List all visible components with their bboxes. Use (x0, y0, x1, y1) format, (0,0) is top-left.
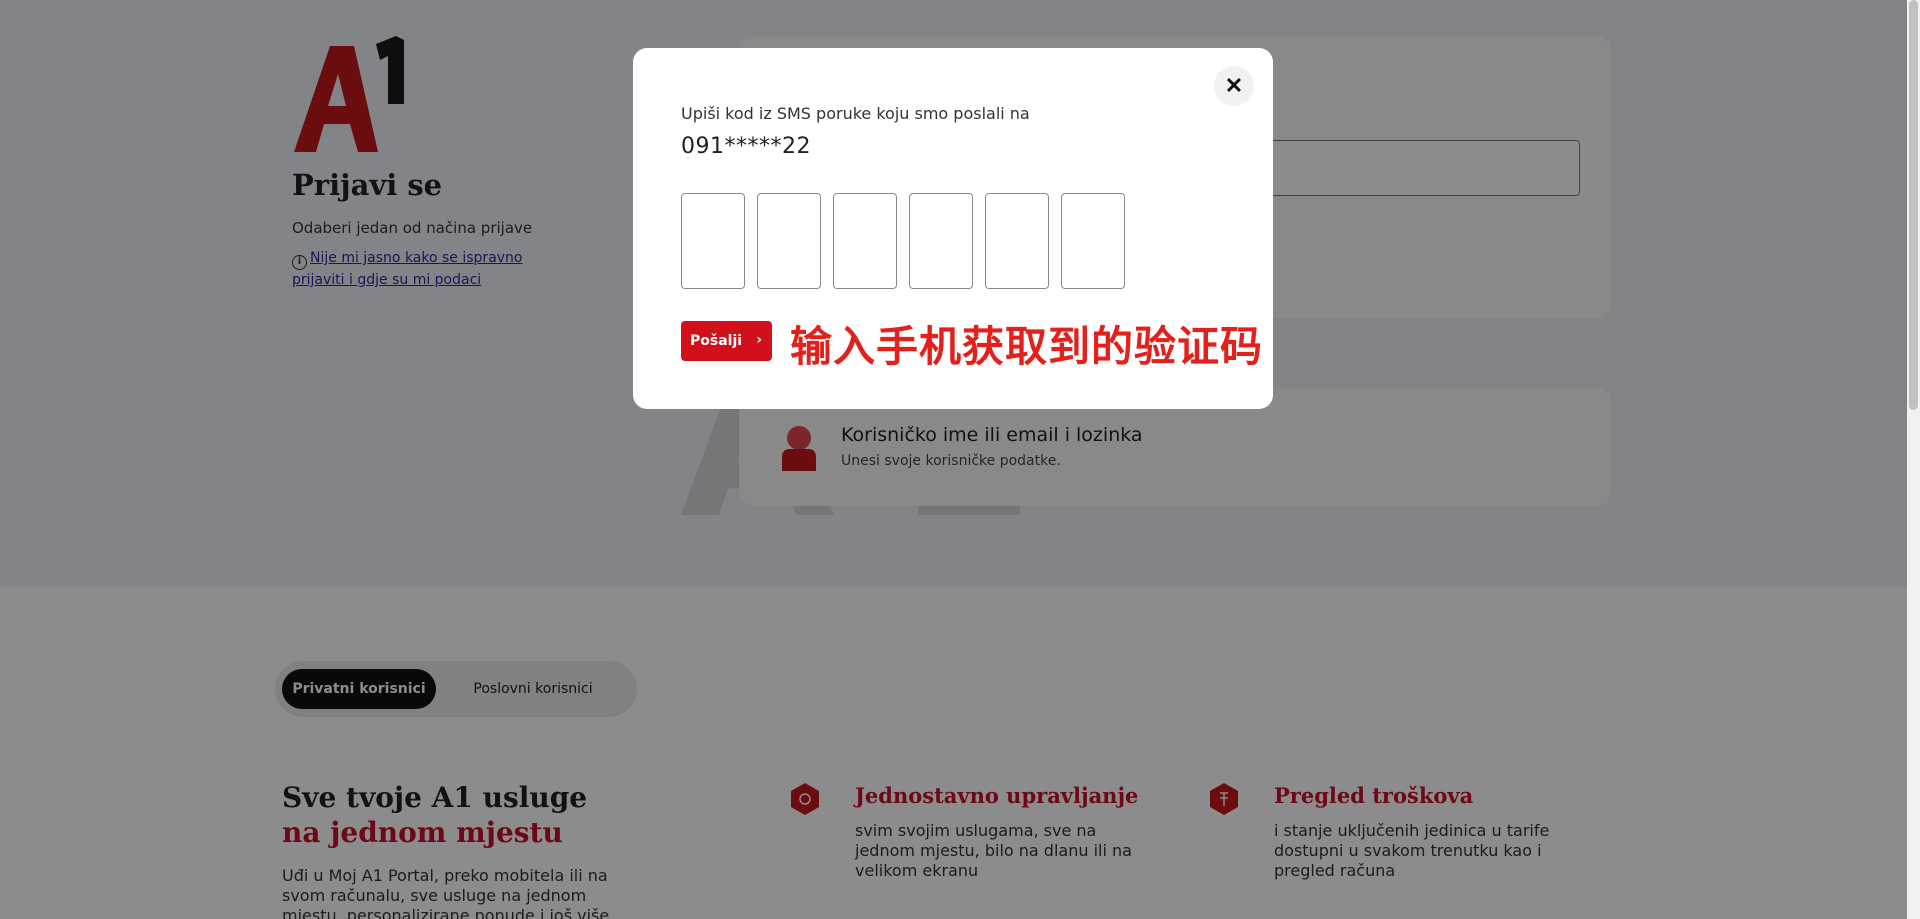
code-digit-4[interactable] (909, 193, 973, 289)
code-digit-1[interactable] (681, 193, 745, 289)
scrollbar[interactable] (1907, 0, 1920, 919)
close-button[interactable]: ✕ (1214, 66, 1254, 106)
masked-phone-number: 091*****22 (681, 134, 811, 159)
close-icon: ✕ (1224, 73, 1244, 98)
code-digit-6[interactable] (1061, 193, 1125, 289)
code-digit-2[interactable] (757, 193, 821, 289)
code-digit-3[interactable] (833, 193, 897, 289)
sms-instruction-label: Upiši kod iz SMS poruke koju smo poslali… (681, 104, 1030, 123)
scrollbar-thumb[interactable] (1909, 0, 1918, 410)
send-button[interactable]: Pošalji › (681, 321, 772, 361)
send-button-label: Pošalji (690, 333, 743, 349)
annotation-overlay-text: 输入手机获取到的验证码 (790, 322, 1264, 371)
code-digit-5[interactable] (985, 193, 1049, 289)
chevron-right-icon: › (756, 332, 762, 348)
